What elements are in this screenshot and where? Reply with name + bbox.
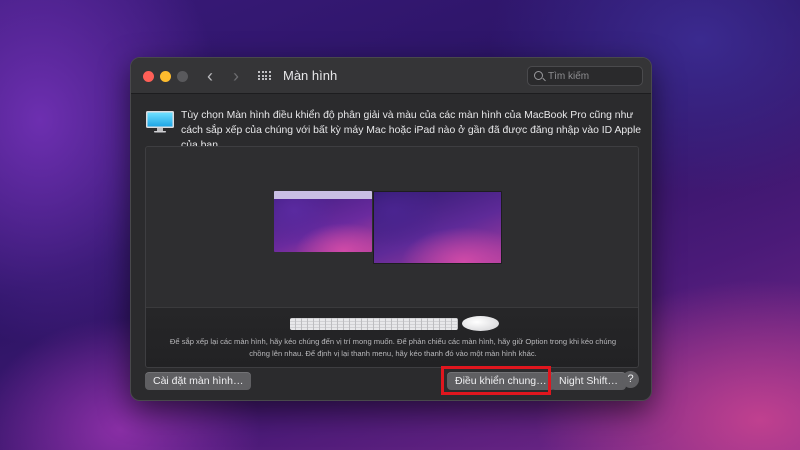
arrangement-canvas: [146, 147, 638, 307]
help-button[interactable]: ?: [622, 371, 639, 388]
minimize-button[interactable]: [160, 71, 171, 82]
highlight-annotation: [441, 366, 551, 395]
main-display-thumbnail[interactable]: [274, 191, 372, 252]
search-field[interactable]: [527, 66, 643, 86]
secondary-display-thumbnail[interactable]: [373, 191, 502, 264]
menu-bar-indicator[interactable]: [274, 191, 372, 199]
close-button[interactable]: [143, 71, 154, 82]
night-shift-button[interactable]: Night Shift…: [551, 372, 626, 390]
keyboard-icon: [290, 318, 458, 330]
display-arrangement-area: Để sắp xếp lại các màn hình, hãy kéo chú…: [145, 146, 639, 368]
search-input[interactable]: [548, 69, 638, 83]
forward-chevron-icon[interactable]: ›: [227, 66, 245, 86]
window-title: Màn hình: [283, 68, 338, 83]
mouse-icon: [462, 316, 499, 331]
zoom-button[interactable]: [177, 71, 188, 82]
back-chevron-icon[interactable]: ‹: [201, 66, 219, 86]
display-settings-button[interactable]: Cài đặt màn hình…: [145, 372, 252, 390]
search-icon: [534, 71, 543, 80]
display-icon: [146, 111, 174, 133]
displays-preferences-window: ‹ › Màn hình Tùy chọn Màn hình điều khiể…: [130, 57, 652, 401]
arrangement-help-panel: Để sắp xếp lại các màn hình, hãy kéo chú…: [146, 307, 638, 367]
show-all-grid-icon[interactable]: [258, 71, 271, 82]
title-bar: ‹ › Màn hình: [131, 58, 651, 94]
arrangement-help-text: Để sắp xếp lại các màn hình, hãy kéo chú…: [169, 337, 617, 358]
